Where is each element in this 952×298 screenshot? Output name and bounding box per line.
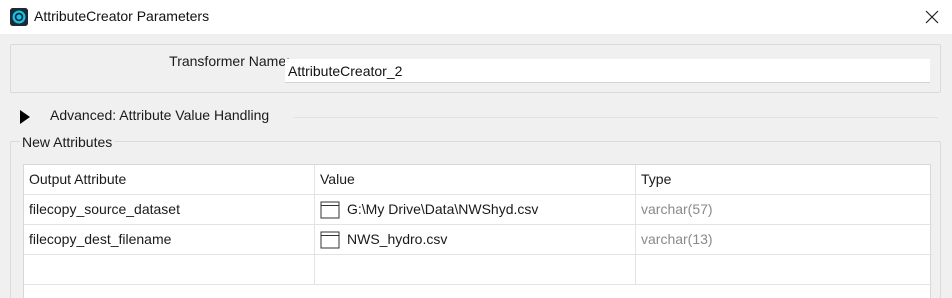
- advanced-section-label[interactable]: Advanced: Attribute Value Handling: [50, 107, 269, 123]
- value-text: G:\My Drive\Data\NWShyd.csv: [347, 201, 539, 217]
- value-text: NWS_hydro.csv: [347, 231, 448, 247]
- table-row[interactable]: filecopy_dest_filename NWS_hydro.csv var…: [24, 225, 932, 255]
- divider: [293, 117, 938, 118]
- text-editor-icon[interactable]: [320, 200, 340, 219]
- value-cell[interactable]: G:\My Drive\Data\NWShyd.csv: [315, 195, 636, 224]
- dialog-body: Transformer Name: Advanced: Attribute Va…: [0, 34, 952, 298]
- value-cell[interactable]: [315, 255, 636, 284]
- attributecreator-parameters-dialog: AttributeCreator Parameters Transformer …: [0, 0, 952, 298]
- transformer-name-input[interactable]: [285, 59, 930, 83]
- close-icon: [925, 10, 939, 24]
- type-cell[interactable]: varchar(13): [636, 225, 932, 254]
- text-editor-icon[interactable]: [320, 230, 340, 249]
- type-cell[interactable]: varchar(57): [636, 195, 932, 224]
- table-header-row: Output Attribute Value Type: [24, 165, 932, 195]
- value-cell[interactable]: NWS_hydro.csv: [315, 225, 636, 254]
- attributes-table: Output Attribute Value Type filecopy_sou…: [23, 164, 932, 298]
- column-header-value[interactable]: Value: [315, 165, 636, 194]
- table-row[interactable]: filecopy_source_dataset G:\My Drive\Data…: [24, 195, 932, 225]
- column-header-type[interactable]: Type: [636, 165, 932, 194]
- column-header-output-attribute[interactable]: Output Attribute: [24, 165, 315, 194]
- empty-table-row[interactable]: [24, 255, 932, 285]
- output-attribute-cell[interactable]: filecopy_source_dataset: [24, 195, 315, 224]
- output-attribute-cell[interactable]: [24, 255, 315, 284]
- close-button[interactable]: [918, 3, 946, 31]
- output-attribute-cell[interactable]: filecopy_dest_filename: [24, 225, 315, 254]
- title-bar[interactable]: AttributeCreator Parameters: [0, 0, 952, 34]
- advanced-section-header[interactable]: Advanced: Attribute Value Handling: [18, 105, 938, 127]
- type-cell[interactable]: [636, 255, 932, 284]
- fme-transformer-icon: [10, 8, 28, 26]
- new-attributes-label: New Attributes: [20, 134, 116, 150]
- triangle-right-icon[interactable]: [18, 109, 32, 125]
- transformer-name-label: Transformer Name:: [169, 53, 290, 69]
- dialog-title: AttributeCreator Parameters: [34, 8, 210, 24]
